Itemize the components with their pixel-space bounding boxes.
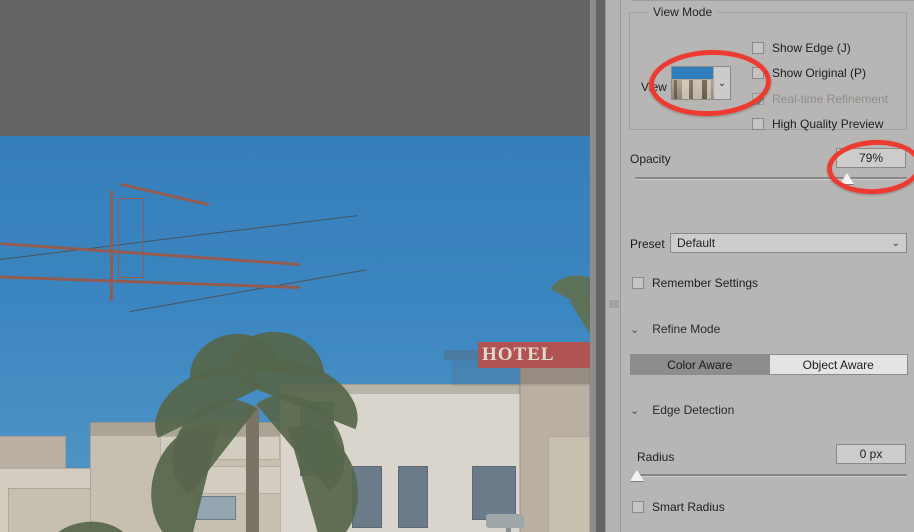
preset-label: Preset — [630, 237, 665, 251]
radius-value-field[interactable]: 0 px — [836, 444, 906, 464]
opacity-slider-track[interactable] — [635, 177, 907, 180]
radius-slider-track[interactable] — [635, 474, 907, 477]
high-quality-preview-label: High Quality Preview — [772, 117, 884, 131]
show-original-checkbox-row[interactable]: Show Original (P) — [752, 66, 866, 80]
radius-slider-thumb[interactable] — [630, 470, 644, 481]
preset-dropdown[interactable]: Default ⌄ — [670, 233, 907, 253]
edge-detection-section-header[interactable]: ⌄ Edge Detection — [630, 403, 734, 417]
high-quality-preview-checkbox-row[interactable]: High Quality Preview — [752, 117, 883, 131]
refine-mode-section-header[interactable]: ⌄ Refine Mode — [630, 322, 720, 336]
show-edge-label: Show Edge (J) — [772, 41, 851, 55]
smart-radius-checkbox-row[interactable]: Smart Radius — [632, 500, 725, 514]
realtime-refinement-checkbox-row: Real-time Refinement — [752, 92, 888, 106]
view-label: View — [641, 80, 667, 94]
street-lamp-post-2 — [506, 528, 511, 532]
opacity-value-field[interactable]: 79% — [836, 148, 906, 168]
edge-detection-label: Edge Detection — [652, 403, 735, 417]
refine-mode-segmented-control[interactable]: Color Aware Object Aware — [630, 354, 908, 375]
remember-settings-checkbox[interactable] — [632, 277, 644, 289]
high-quality-preview-checkbox[interactable] — [752, 118, 764, 130]
chevron-down-icon[interactable]: ⌄ — [714, 67, 730, 99]
crane-mast — [110, 191, 113, 301]
building-far-right-wall — [548, 436, 590, 532]
refine-mode-label: Refine Mode — [652, 322, 721, 336]
properties-panel: View Mode View ⌄ Show Edge (J) Show Orig… — [621, 0, 914, 532]
radius-label: Radius — [637, 450, 675, 464]
vertical-scrollbar[interactable] — [605, 0, 621, 532]
show-original-checkbox[interactable] — [752, 67, 764, 79]
smart-radius-label: Smart Radius — [652, 500, 725, 514]
realtime-refinement-label: Real-time Refinement — [772, 92, 889, 106]
object-aware-button[interactable]: Object Aware — [768, 355, 907, 374]
remember-settings-checkbox-row[interactable]: Remember Settings — [632, 276, 758, 290]
hotel-sign: HOTEL — [478, 342, 590, 368]
crane-tower — [118, 198, 144, 278]
smart-radius-checkbox[interactable] — [632, 501, 644, 513]
realtime-refinement-checkbox — [752, 93, 764, 105]
color-aware-button[interactable]: Color Aware — [631, 355, 769, 374]
panel-top-divider — [631, 0, 914, 1]
view-mode-group-label: View Mode — [648, 5, 718, 19]
chevron-down-icon[interactable]: ⌄ — [892, 238, 900, 249]
window — [196, 496, 236, 520]
canvas-right-edge — [590, 0, 596, 532]
show-edge-checkbox[interactable] — [752, 42, 764, 54]
palm-trunk — [246, 406, 259, 532]
window — [472, 466, 516, 520]
show-original-label: Show Original (P) — [772, 66, 867, 80]
remember-settings-label: Remember Settings — [652, 276, 759, 290]
vertical-scrollbar-thumb[interactable] — [609, 300, 619, 308]
chevron-down-icon[interactable]: ⌄ — [630, 404, 639, 417]
view-dropdown[interactable]: ⌄ — [671, 66, 731, 100]
show-edge-checkbox-row[interactable]: Show Edge (J) — [752, 41, 851, 55]
opacity-label: Opacity — [630, 152, 671, 166]
window — [398, 466, 428, 528]
street-lamp-head-2 — [486, 514, 524, 528]
opacity-slider-thumb[interactable] — [840, 173, 854, 184]
preset-selected-value: Default — [677, 236, 716, 250]
chevron-down-icon[interactable]: ⌄ — [630, 323, 639, 336]
document-photo[interactable]: HOTEL — [0, 136, 590, 532]
image-canvas-area[interactable]: HOTEL — [0, 0, 596, 532]
view-thumbnail-icon — [672, 67, 714, 99]
application-window: HOTEL View Mode View ⌄ Show Edge (J) Sho… — [0, 0, 914, 532]
